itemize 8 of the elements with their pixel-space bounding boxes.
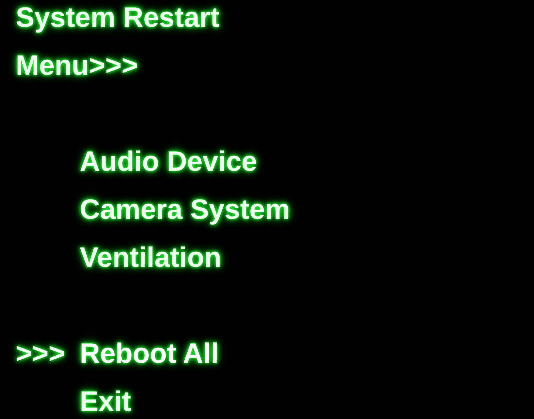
menu-label: Menu>>> — [16, 49, 138, 83]
menu-item[interactable]: Exit — [80, 385, 132, 419]
menu-item[interactable]: Ventilation — [80, 241, 222, 275]
menu-item[interactable]: Camera System — [80, 193, 290, 227]
screen-title: System Restart — [16, 1, 220, 35]
menu-item[interactable]: Reboot All — [80, 337, 219, 371]
selection-cursor: >>> — [16, 337, 66, 371]
menu-item[interactable]: Audio Device — [80, 145, 258, 179]
